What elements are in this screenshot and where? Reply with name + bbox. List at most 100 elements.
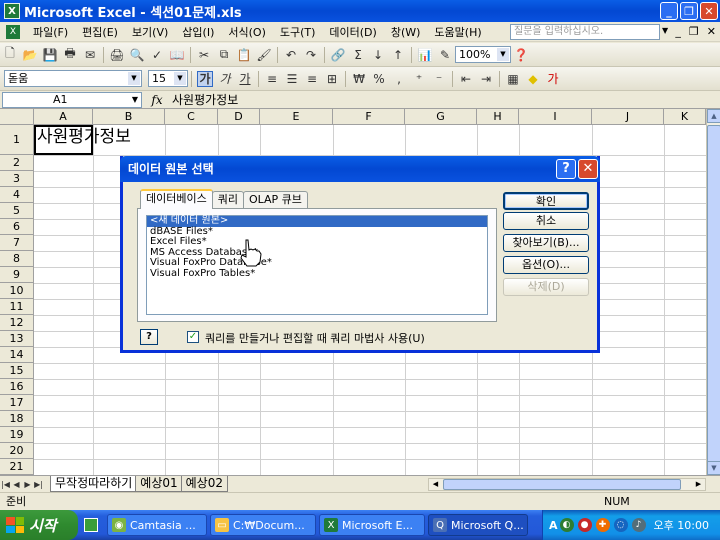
column-header[interactable]: D (218, 109, 260, 125)
menu-window[interactable]: 창(W) (384, 24, 428, 40)
language-indicator[interactable]: A (549, 519, 558, 532)
dialog-title-bar[interactable]: 데이터 원본 선택 ? ✕ (120, 156, 600, 182)
column-header[interactable]: A (34, 109, 93, 125)
menu-data[interactable]: 데이터(D) (322, 24, 383, 40)
name-box[interactable]: A1 ▼ (2, 91, 142, 108)
next-sheet-button[interactable]: ▶ (22, 480, 33, 489)
row-header[interactable]: 13 (0, 331, 34, 347)
clock[interactable]: 오후 10:00 (654, 517, 709, 533)
underline-button[interactable]: 가 (237, 71, 253, 87)
doc-minimize-button[interactable]: _ (675, 25, 681, 38)
excel-app-icon[interactable]: X (4, 3, 20, 19)
row-header[interactable]: 9 (0, 267, 34, 283)
menu-edit[interactable]: 편집(E) (75, 24, 125, 40)
help-button[interactable]: ? (140, 329, 158, 345)
zoom-combo[interactable]: 100% ▼ (455, 46, 511, 63)
list-item[interactable]: <새 데이터 원본> (147, 216, 487, 227)
tab-olap-cubes[interactable]: OLAP 큐브 (242, 191, 308, 209)
chevron-down-icon[interactable]: ▼ (132, 93, 138, 107)
autosum-icon[interactable]: Σ (350, 47, 366, 63)
list-item[interactable]: Excel Files* (147, 237, 487, 248)
menu-help[interactable]: 도움말(H) (427, 24, 488, 40)
ask-question-input[interactable]: 질문을 입력하십시오. (510, 24, 660, 40)
start-button[interactable]: 시작 (0, 510, 78, 540)
dialog-close-button[interactable]: ✕ (578, 159, 598, 179)
row-header[interactable]: 16 (0, 379, 34, 395)
paste-icon[interactable]: 📋 (236, 47, 252, 63)
column-header[interactable]: J (592, 109, 664, 125)
drawing-icon[interactable]: ✎ (437, 47, 453, 63)
last-sheet-button[interactable]: ▶| (33, 480, 44, 489)
increase-decimal-icon[interactable]: ⁺ (411, 71, 427, 87)
close-button[interactable]: ✕ (700, 2, 718, 20)
currency-icon[interactable]: ₩ (351, 71, 367, 87)
sheet-tab[interactable]: 무작정따라하기 (50, 476, 138, 492)
row-header[interactable]: 10 (0, 283, 34, 299)
sort-descending-icon[interactable]: ↑ (390, 47, 406, 63)
align-right-icon[interactable]: ≡ (304, 71, 320, 87)
column-header[interactable]: B (93, 109, 165, 125)
vertical-scrollbar[interactable]: ▲ ▼ (706, 109, 720, 475)
row-header[interactable]: 14 (0, 347, 34, 363)
chevron-down-icon[interactable]: ▼ (128, 72, 140, 85)
menu-file[interactable]: 파일(F) (26, 24, 75, 40)
chevron-down-icon[interactable]: ▼ (497, 48, 509, 61)
decrease-indent-icon[interactable]: ⇤ (458, 71, 474, 87)
first-sheet-button[interactable]: |◀ (0, 480, 11, 489)
merge-center-icon[interactable]: ⊞ (324, 71, 340, 87)
prev-sheet-button[interactable]: ◀ (11, 480, 22, 489)
tray-volume-icon[interactable]: ♪ (631, 518, 646, 532)
row-header[interactable]: 15 (0, 363, 34, 379)
query-wizard-checkbox-label[interactable]: 쿼리를 만들거나 편집할 때 쿼리 마법사 사용(U) (205, 330, 425, 346)
taskbar-button-msquery[interactable]: Q Microsoft Q... (428, 514, 528, 536)
cut-icon[interactable]: ✂ (196, 47, 212, 63)
tray-network-icon[interactable]: ◌ (613, 518, 628, 532)
email-icon[interactable]: ✉ (82, 47, 98, 63)
doc-close-button[interactable]: ✕ (707, 25, 716, 38)
row-header[interactable]: 4 (0, 187, 34, 203)
select-all-corner[interactable] (0, 109, 34, 125)
doc-restore-button[interactable]: ❐ (689, 25, 699, 38)
row-header[interactable]: 12 (0, 315, 34, 331)
scroll-down-button[interactable]: ▼ (707, 461, 720, 475)
row-header[interactable]: 18 (0, 411, 34, 427)
restore-button[interactable]: ❐ (680, 2, 698, 20)
undo-icon[interactable]: ↶ (283, 47, 299, 63)
column-header[interactable]: H (477, 109, 519, 125)
options-button[interactable]: 옵션(O)... (503, 256, 589, 274)
tab-queries[interactable]: 쿼리 (211, 191, 244, 209)
minimize-button[interactable]: _ (660, 2, 678, 20)
tab-databases[interactable]: 데이터베이스 (140, 189, 213, 209)
row-header[interactable]: 19 (0, 427, 34, 443)
row-header[interactable]: 17 (0, 395, 34, 411)
browse-button[interactable]: 찾아보기(B)... (503, 234, 589, 252)
research-icon[interactable]: 📖 (169, 47, 185, 63)
menu-view[interactable]: 보기(V) (125, 24, 175, 40)
document-icon[interactable]: X (6, 24, 20, 39)
tray-shield-icon[interactable]: ✚ (595, 518, 610, 532)
horizontal-scrollbar[interactable]: ◀ ▶ (428, 478, 706, 491)
scroll-right-button[interactable]: ▶ (692, 479, 705, 490)
borders-icon[interactable]: ▦ (505, 71, 521, 87)
font-name-combo[interactable]: 돋움 ▼ (4, 70, 142, 87)
column-header[interactable]: K (664, 109, 706, 125)
percent-icon[interactable]: % (371, 71, 387, 87)
decrease-decimal-icon[interactable]: ⁻ (431, 71, 447, 87)
save-icon[interactable]: 💾 (42, 47, 58, 63)
ok-button[interactable]: 확인 (503, 192, 589, 210)
row-header[interactable]: 8 (0, 251, 34, 267)
delete-button[interactable]: 삭제(D) (503, 278, 589, 296)
scroll-left-button[interactable]: ◀ (429, 479, 442, 490)
font-color-icon[interactable]: 가 (545, 71, 561, 87)
column-header[interactable]: C (165, 109, 218, 125)
data-source-list[interactable]: <새 데이터 원본> dBASE Files* Excel Files* MS … (146, 215, 488, 315)
bold-button[interactable]: 가 (197, 70, 213, 87)
column-header[interactable]: G (405, 109, 477, 125)
taskbar-button-camtasia[interactable]: ◉ Camtasia ... (107, 514, 207, 536)
tray-record-icon[interactable]: ● (577, 518, 592, 532)
font-size-combo[interactable]: 15 ▼ (148, 70, 188, 87)
row-header[interactable]: 11 (0, 299, 34, 315)
help-icon[interactable]: ❓ (513, 47, 529, 63)
align-center-icon[interactable]: ☰ (284, 71, 300, 87)
redo-icon[interactable]: ↷ (303, 47, 319, 63)
